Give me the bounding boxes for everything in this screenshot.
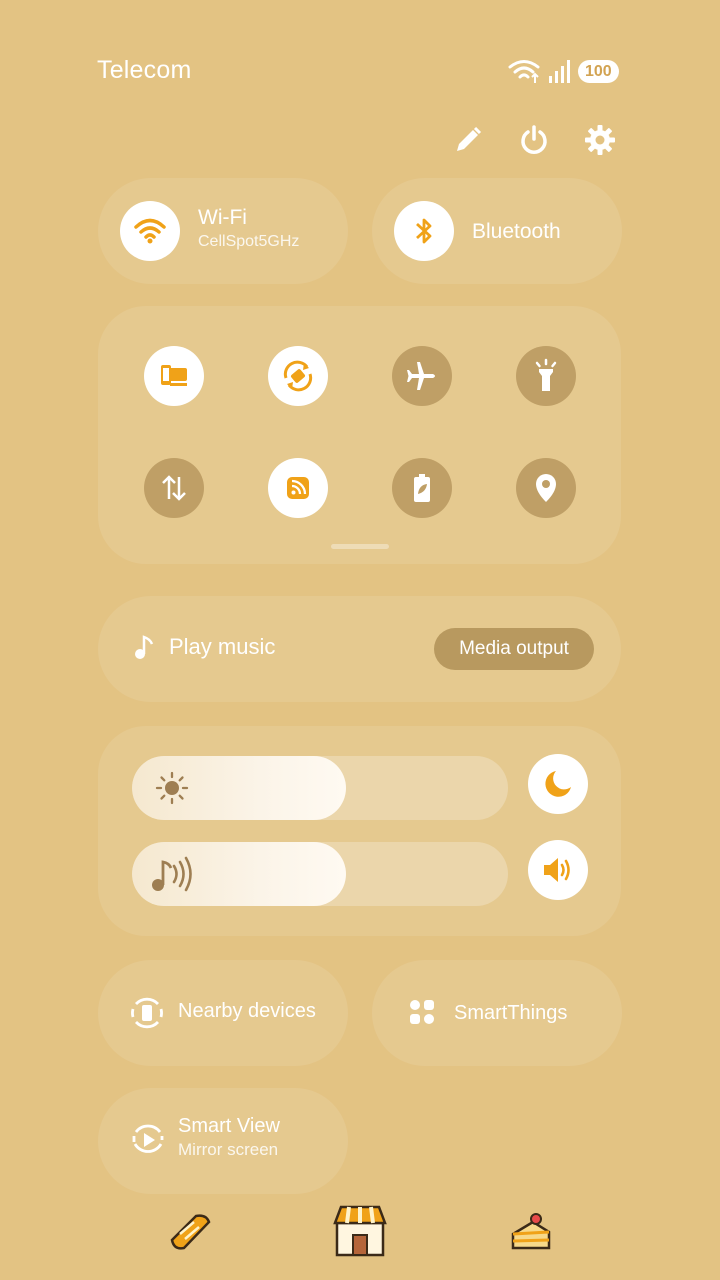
wifi-signal-icon — [508, 60, 540, 83]
battery-level: 100 — [578, 59, 619, 83]
music-note-icon — [135, 635, 154, 659]
bluetooth-toggle[interactable] — [394, 201, 454, 261]
smart-view-icon — [132, 1124, 164, 1153]
wifi-tile[interactable]: Wi-Fi CellSpot5GHz — [98, 178, 348, 284]
sun-icon — [155, 771, 189, 805]
volume-sound-icon — [152, 856, 192, 892]
moon-icon — [545, 771, 571, 797]
dark-mode-toggle[interactable] — [528, 754, 588, 814]
airplane-icon — [407, 362, 435, 390]
smartthings-label: SmartThings — [454, 1002, 568, 1024]
hotspot-icon — [287, 477, 309, 499]
airplane-mode-toggle[interactable] — [392, 346, 452, 406]
cake-shortcut[interactable] — [506, 1208, 556, 1256]
mobile-hotspot-toggle[interactable] — [268, 458, 328, 518]
wifi-network-name: CellSpot5GHz — [198, 233, 300, 250]
shop-icon — [333, 1205, 387, 1257]
status-icons: 100 — [508, 58, 619, 84]
wifi-icon — [134, 218, 166, 244]
volume-slider[interactable] — [132, 842, 508, 906]
auto-rotate-icon — [283, 360, 313, 392]
smartthings-icon — [410, 1000, 434, 1024]
auto-rotate-toggle[interactable] — [268, 346, 328, 406]
bread-icon — [170, 1214, 211, 1250]
shop-shortcut[interactable] — [330, 1202, 390, 1260]
sound-mode-toggle[interactable] — [528, 840, 588, 900]
pencil-icon[interactable] — [452, 122, 484, 158]
media-output-button[interactable]: Media output — [434, 628, 594, 670]
panel-drag-handle[interactable] — [331, 544, 389, 549]
cellular-signal-icon — [549, 60, 570, 83]
bluetooth-tile[interactable]: Bluetooth — [372, 178, 622, 284]
smart-view-tile[interactable]: Smart View Mirror screen — [98, 1088, 348, 1194]
multi-control-icon — [161, 365, 187, 386]
brightness-slider[interactable] — [132, 756, 508, 820]
nearby-devices-tile[interactable]: Nearby devices — [98, 960, 348, 1066]
flashlight-icon — [535, 358, 557, 391]
mobile-data-toggle[interactable] — [144, 458, 204, 518]
battery-leaf-icon — [414, 474, 430, 502]
wifi-title: Wi-Fi — [198, 206, 247, 229]
bread-shortcut[interactable] — [164, 1208, 216, 1256]
gear-icon[interactable] — [584, 122, 616, 158]
panel-actions — [452, 122, 616, 158]
bluetooth-icon — [416, 218, 432, 244]
power-saving-toggle[interactable] — [392, 458, 452, 518]
smart-view-title: Smart View — [178, 1115, 280, 1137]
bluetooth-title: Bluetooth — [472, 220, 561, 243]
nearby-devices-icon — [131, 997, 163, 1029]
play-music-button[interactable]: Play music — [133, 634, 275, 660]
flashlight-toggle[interactable] — [516, 346, 576, 406]
multi-control-toggle[interactable] — [144, 346, 204, 406]
smartthings-tile[interactable]: SmartThings — [372, 960, 622, 1066]
power-icon[interactable] — [518, 122, 550, 158]
quick-toggles-panel — [98, 306, 621, 564]
wifi-toggle[interactable] — [120, 201, 180, 261]
nearby-devices-label: Nearby devices — [178, 1000, 316, 1022]
data-arrows-icon — [162, 475, 186, 501]
smart-view-subtitle: Mirror screen — [178, 1140, 279, 1159]
play-music-label: Play music — [169, 634, 276, 659]
cake-icon — [511, 1213, 551, 1250]
location-pin-icon — [536, 474, 556, 502]
carrier-label: Telecom — [97, 56, 192, 84]
location-toggle[interactable] — [516, 458, 576, 518]
speaker-icon — [544, 858, 570, 882]
